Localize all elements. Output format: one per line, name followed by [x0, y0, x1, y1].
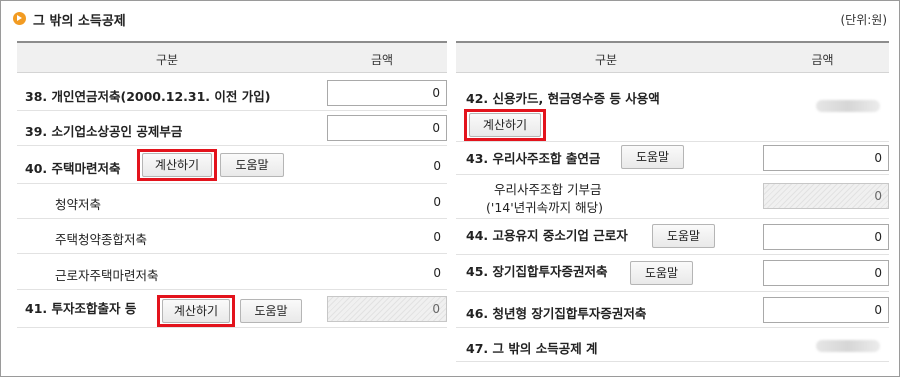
housing-savings-calculate-button[interactable]: 계산하기	[142, 153, 212, 177]
table-row: 우리사주조합 기부금 ('14'년귀속까지 해당) 0	[456, 175, 889, 219]
worker-housing-savings-value: 0	[433, 266, 441, 280]
other-deductions-panel: 그 밖의 소득공제 (단위:원) 구분 금액 38. 개인연금저축(2000.1…	[0, 0, 900, 377]
employee-stock-contribution-input[interactable]: 0	[763, 145, 889, 171]
row-label: 39. 소기업소상공인 공제부금	[25, 124, 183, 139]
housing-savings-help-button[interactable]: 도움말	[220, 153, 284, 177]
header-category: 구분	[155, 53, 179, 67]
youth-long-term-fund-input[interactable]: 0	[763, 297, 889, 323]
row-label: 47. 그 밖의 소득공제 계	[466, 341, 598, 356]
section-title: 그 밖의 소득공제	[33, 14, 126, 29]
employment-retention-help-button[interactable]: 도움말	[652, 224, 715, 248]
row-label-line1: 우리사주조합 기부금	[494, 182, 602, 197]
section-bullet-icon	[13, 12, 26, 25]
pension-savings-input[interactable]: 0	[327, 80, 447, 106]
row-label: 40. 주택마련저축	[25, 161, 121, 176]
subscription-savings-value: 0	[433, 195, 441, 209]
credit-card-calculate-button[interactable]: 계산하기	[469, 113, 541, 137]
employment-retention-input[interactable]: 0	[763, 224, 889, 250]
table-row: 44. 고용유지 중소기업 근로자 도움말 0	[456, 219, 889, 255]
employee-stock-help-button[interactable]: 도움말	[621, 145, 684, 169]
blurred-total	[816, 340, 880, 352]
left-deduction-table: 구분 금액 38. 개인연금저축(2000.12.31. 이전 가입) 0 39…	[17, 41, 447, 328]
table-row: 45. 장기집합투자증권저축 도움말 0	[456, 255, 889, 292]
section-header: 그 밖의 소득공제 (단위:원)	[13, 7, 887, 33]
unit-label: (단위:원)	[840, 13, 887, 27]
header-category: 구분	[594, 53, 618, 67]
table-row: 근로자주택마련저축 0	[17, 254, 447, 290]
table-row: 39. 소기업소상공인 공제부금 0	[17, 111, 447, 146]
long-term-fund-input[interactable]: 0	[763, 260, 889, 286]
table-row: 46. 청년형 장기집합투자증권저축 0	[456, 292, 889, 328]
table-row: 42. 신용카드, 현금영수증 등 사용액 계산하기	[456, 76, 889, 142]
table-row: 47. 그 밖의 소득공제 계	[456, 328, 889, 362]
table-row: 38. 개인연금저축(2000.12.31. 이전 가입) 0	[17, 76, 447, 111]
row-label: 주택청약종합저축	[55, 232, 148, 247]
row-label: 38. 개인연금저축(2000.12.31. 이전 가입)	[25, 89, 271, 104]
row-label: 근로자주택마련저축	[55, 268, 159, 283]
table-row: 41. 투자조합출자 등 계산하기 도움말 0	[17, 290, 447, 328]
employee-stock-donation-amount: 0	[763, 183, 889, 209]
table-row: 주택청약종합저축 0	[17, 219, 447, 254]
row-label-line2: ('14'년귀속까지 해당)	[486, 200, 604, 215]
table-row: 청약저축 0	[17, 184, 447, 219]
right-table-header: 구분 금액	[456, 41, 889, 73]
housing-subscription-value: 0	[433, 230, 441, 244]
row-label: 청약저축	[55, 197, 102, 212]
left-table-header: 구분 금액	[17, 41, 447, 73]
row-label: 42. 신용카드, 현금영수증 등 사용액	[466, 91, 660, 106]
investment-union-help-button[interactable]: 도움말	[240, 299, 302, 323]
long-term-fund-help-button[interactable]: 도움말	[630, 261, 693, 285]
header-amount: 금액	[811, 53, 834, 67]
blurred-amount	[816, 100, 880, 112]
right-deduction-table: 구분 금액 42. 신용카드, 현금영수증 등 사용액 계산하기 43. 우리사…	[456, 41, 889, 362]
row-label: 45. 장기집합투자증권저축	[466, 264, 608, 279]
header-amount: 금액	[370, 53, 394, 67]
investment-union-amount: 0	[327, 296, 447, 322]
row-label: 44. 고용유지 중소기업 근로자	[466, 228, 628, 243]
row-label: 43. 우리사주조합 출연금	[466, 151, 601, 166]
table-row: 40. 주택마련저축 계산하기 도움말 0	[17, 146, 447, 184]
row-label: 46. 청년형 장기집합투자증권저축	[466, 306, 647, 321]
row-label: 41. 투자조합출자 등	[25, 301, 137, 316]
small-business-mutual-aid-input[interactable]: 0	[327, 115, 447, 141]
investment-union-calculate-button[interactable]: 계산하기	[162, 299, 230, 323]
housing-savings-value: 0	[433, 159, 441, 173]
table-row: 43. 우리사주조합 출연금 도움말 0	[456, 142, 889, 175]
